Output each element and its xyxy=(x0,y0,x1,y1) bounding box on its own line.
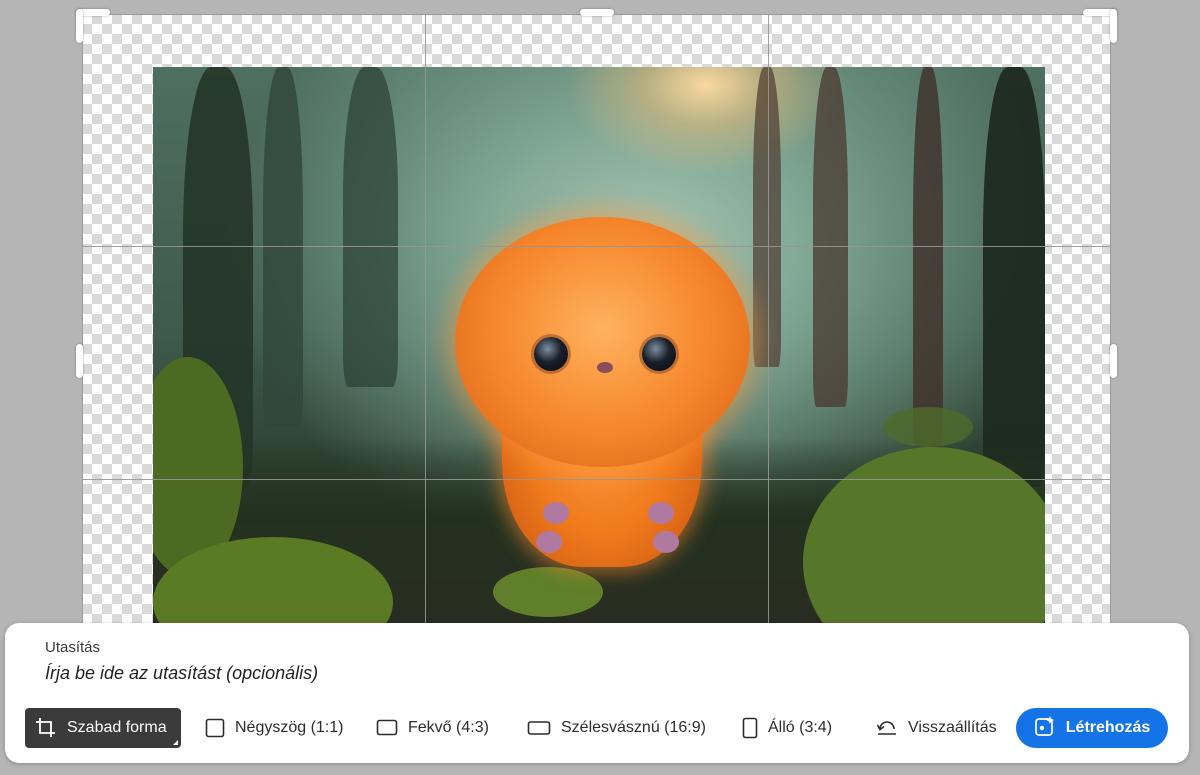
prompt-label: Utasítás xyxy=(45,639,101,656)
generate-button[interactable]: Létrehozás xyxy=(1016,708,1168,748)
crop-handle-right[interactable] xyxy=(1110,344,1117,378)
crop-frame xyxy=(82,14,1111,714)
undo-icon xyxy=(876,719,898,737)
prompt-input[interactable] xyxy=(45,663,1145,684)
tool-label: Szélesvásznú (16:9) xyxy=(561,719,706,736)
crop-canvas[interactable] xyxy=(82,14,1111,714)
crop-icon xyxy=(35,717,57,739)
portrait-icon xyxy=(742,717,758,739)
generate-sparkle-icon xyxy=(1034,715,1056,742)
tool-label: Szabad forma xyxy=(67,719,167,736)
reset-button[interactable]: Visszaállítás xyxy=(876,708,997,748)
reset-label: Visszaállítás xyxy=(908,719,997,736)
prompt-panel: Utasítás Szabad forma Négyszög (1:1) Fek… xyxy=(5,623,1189,763)
crop-handle-top-left[interactable] xyxy=(76,9,83,43)
tool-portrait-button[interactable]: Álló (3:4) xyxy=(742,708,832,748)
tool-label: Fekvő (4:3) xyxy=(408,719,489,736)
crop-handle-left[interactable] xyxy=(76,344,83,378)
aspect-toolbar: Szabad forma Négyszög (1:1) Fekvő (4:3) … xyxy=(25,708,1175,748)
tool-label: Négyszög (1:1) xyxy=(235,719,344,736)
crop-handle-top-right[interactable] xyxy=(1110,9,1117,43)
tool-landscape-button[interactable]: Fekvő (4:3) xyxy=(376,708,489,748)
crop-handle-top[interactable] xyxy=(580,9,614,16)
square-icon xyxy=(205,718,225,738)
tool-widescreen-button[interactable]: Szélesvásznú (16:9) xyxy=(527,708,706,748)
tool-square-button[interactable]: Négyszög (1:1) xyxy=(205,708,344,748)
tool-freeform-button[interactable]: Szabad forma xyxy=(25,708,181,748)
widescreen-icon xyxy=(527,720,551,736)
tool-label: Álló (3:4) xyxy=(768,719,833,736)
landscape-icon xyxy=(376,719,398,737)
generate-label: Létrehozás xyxy=(1065,719,1151,736)
